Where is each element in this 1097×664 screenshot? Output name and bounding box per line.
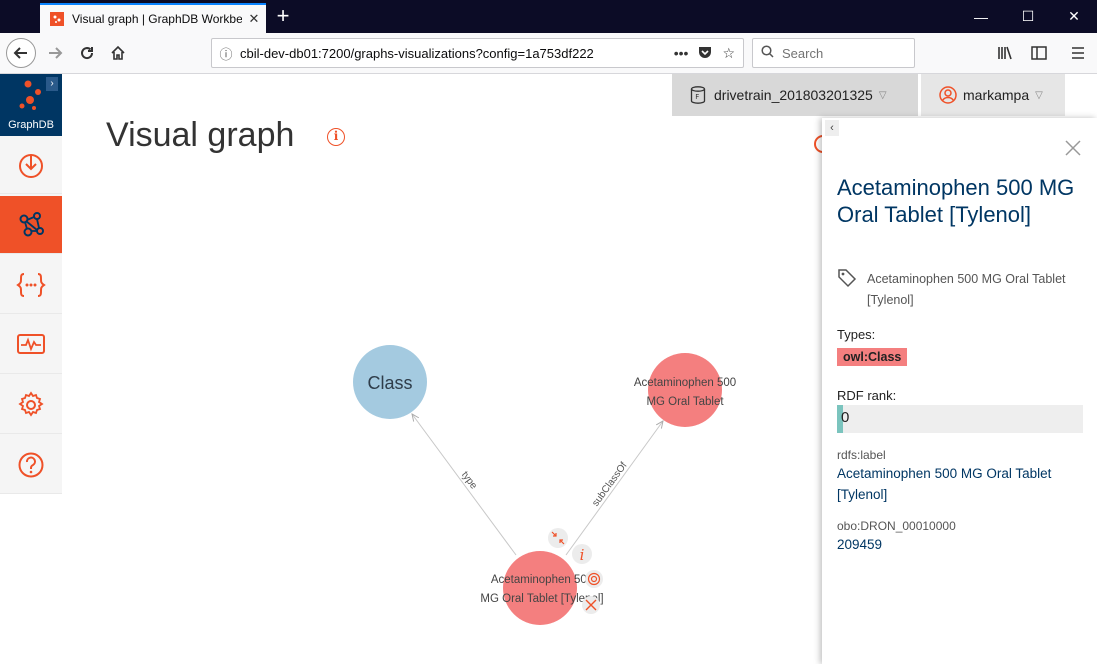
graph-icon: [19, 211, 44, 236]
settings-icon: [18, 390, 44, 417]
sidebar-toggle-icon[interactable]: [1024, 38, 1054, 68]
reload-icon: [81, 47, 94, 60]
rank-heading: RDF rank:: [837, 388, 897, 403]
library-icon[interactable]: [990, 38, 1020, 68]
edge-label: subClassOf: [590, 460, 629, 508]
tag-icon: [838, 269, 857, 288]
expand-node-button[interactable]: [585, 570, 603, 588]
import-icon: [19, 153, 43, 178]
property-value: 209459: [837, 537, 883, 552]
menu-icon[interactable]: [1063, 38, 1093, 68]
minimize-button[interactable]: —: [958, 0, 1004, 33]
window-close-button[interactable]: ✕: [1051, 0, 1097, 33]
url-bar[interactable]: ⓘ cbil-dev-db01:7200/graphs-visualizatio…: [211, 38, 744, 68]
collapse-node-button[interactable]: [548, 528, 568, 548]
forward-button[interactable]: [40, 38, 70, 68]
graph-node-oral-tablet[interactable]: Acetaminophen 500 MG Oral Tablet: [634, 353, 736, 427]
node-label-line1: Acetaminophen 500: [634, 377, 736, 389]
user-icon: [939, 86, 957, 104]
maximize-button[interactable]: ☐: [1005, 0, 1051, 33]
node-label-line2: MG Oral Tablet: [646, 396, 724, 408]
user-menu[interactable]: markampa ▽: [921, 74, 1065, 116]
type-badge[interactable]: owl:Class: [837, 348, 908, 366]
panel-title: Acetaminophen 500 MG Oral Tablet [Tyleno…: [837, 175, 1075, 227]
tab-close-icon[interactable]: ✕: [242, 11, 266, 27]
browser-navbar: ⓘ cbil-dev-db01:7200/graphs-visualizatio…: [0, 33, 1097, 74]
types-heading: Types:: [837, 327, 876, 342]
property-value: Acetaminophen 500 MG Oral Tablet [Tyleno…: [837, 466, 1052, 502]
panel-collapse-button[interactable]: ‹: [825, 120, 839, 136]
app-sidebar: › GraphDB: [0, 74, 62, 494]
sidebar-item-help[interactable]: [0, 436, 62, 494]
help-icon: [18, 452, 44, 477]
home-icon: [111, 45, 125, 60]
property-key: obo:DRON_00010000: [837, 519, 956, 533]
svg-text:F: F: [695, 93, 699, 101]
sidebar-item-explore[interactable]: [0, 196, 62, 254]
graph-node-class[interactable]: Class: [353, 345, 427, 419]
arrow-left-icon: [13, 47, 27, 59]
home-button[interactable]: [103, 38, 133, 68]
new-tab-button[interactable]: +: [270, 4, 296, 30]
close-icon[interactable]: [1063, 138, 1083, 158]
info-icon[interactable]: i: [327, 128, 345, 146]
info-icon: i: [580, 546, 585, 564]
sidebar-item-sparql[interactable]: [0, 256, 62, 314]
node-details-panel: ‹ Acetaminophen 500 MG Oral Tablet [Tyle…: [822, 118, 1097, 664]
node-label: Class: [367, 373, 412, 393]
sidebar-item-import[interactable]: [0, 136, 62, 194]
graph-edge-subclassof[interactable]: subClassOf: [565, 421, 663, 556]
repository-name: drivetrain_201803201325: [714, 87, 873, 103]
browser-titlebar: Visual graph | GraphDB Workbe ✕ + — ☐ ✕: [0, 0, 1097, 33]
page-actions-icon[interactable]: •••: [674, 45, 689, 62]
browser-tab[interactable]: Visual graph | GraphDB Workbe ✕: [40, 3, 266, 33]
user-name: markampa: [963, 87, 1030, 103]
url-text: cbil-dev-db01:7200/graphs-visualizations…: [240, 45, 594, 61]
chevron-down-icon: ▽: [1035, 89, 1043, 101]
rank-value: 0: [841, 409, 850, 426]
graph-edge-type[interactable]: type: [412, 414, 517, 556]
search-placeholder: Search: [782, 45, 824, 61]
search-input[interactable]: Search: [752, 38, 915, 68]
graph-canvas[interactable]: type subClassOf Class Acetaminophen 500 …: [62, 150, 822, 664]
database-icon: F: [690, 86, 706, 104]
search-icon: [761, 45, 774, 61]
monitor-icon: [17, 333, 45, 354]
remove-node-button[interactable]: [582, 596, 600, 614]
graphdb-logo[interactable]: › GraphDB: [0, 74, 62, 136]
chevron-down-icon: ▽: [878, 89, 887, 101]
site-info-icon[interactable]: ⓘ: [212, 44, 240, 63]
node-info-button[interactable]: i: [572, 544, 592, 564]
sparql-icon: [16, 272, 46, 297]
repository-selector[interactable]: F drivetrain_201803201325 ▽: [672, 74, 918, 116]
sidebar-item-setup[interactable]: [0, 376, 62, 434]
node-label-line1: Acetaminophen 500: [491, 574, 593, 586]
back-button[interactable]: [6, 38, 36, 68]
sidebar-item-monitor[interactable]: [0, 316, 62, 374]
pocket-icon[interactable]: [698, 45, 712, 62]
edge-label: type: [459, 470, 479, 492]
panel-label: Acetaminophen 500 MG Oral Tablet [Tyleno…: [867, 272, 1066, 307]
graphdb-favicon-icon: [50, 12, 64, 26]
property-key: rdfs:label: [837, 448, 886, 462]
arrow-right-icon: [49, 47, 63, 59]
reload-button[interactable]: [72, 38, 102, 68]
bookmark-star-icon[interactable]: ☆: [722, 45, 735, 62]
sidebar-expand-icon[interactable]: ›: [46, 77, 58, 91]
tab-title: Visual graph | GraphDB Workbe: [72, 12, 242, 26]
logo-text: GraphDB: [8, 119, 54, 131]
rdf-rank-bar: 0: [837, 405, 1083, 433]
